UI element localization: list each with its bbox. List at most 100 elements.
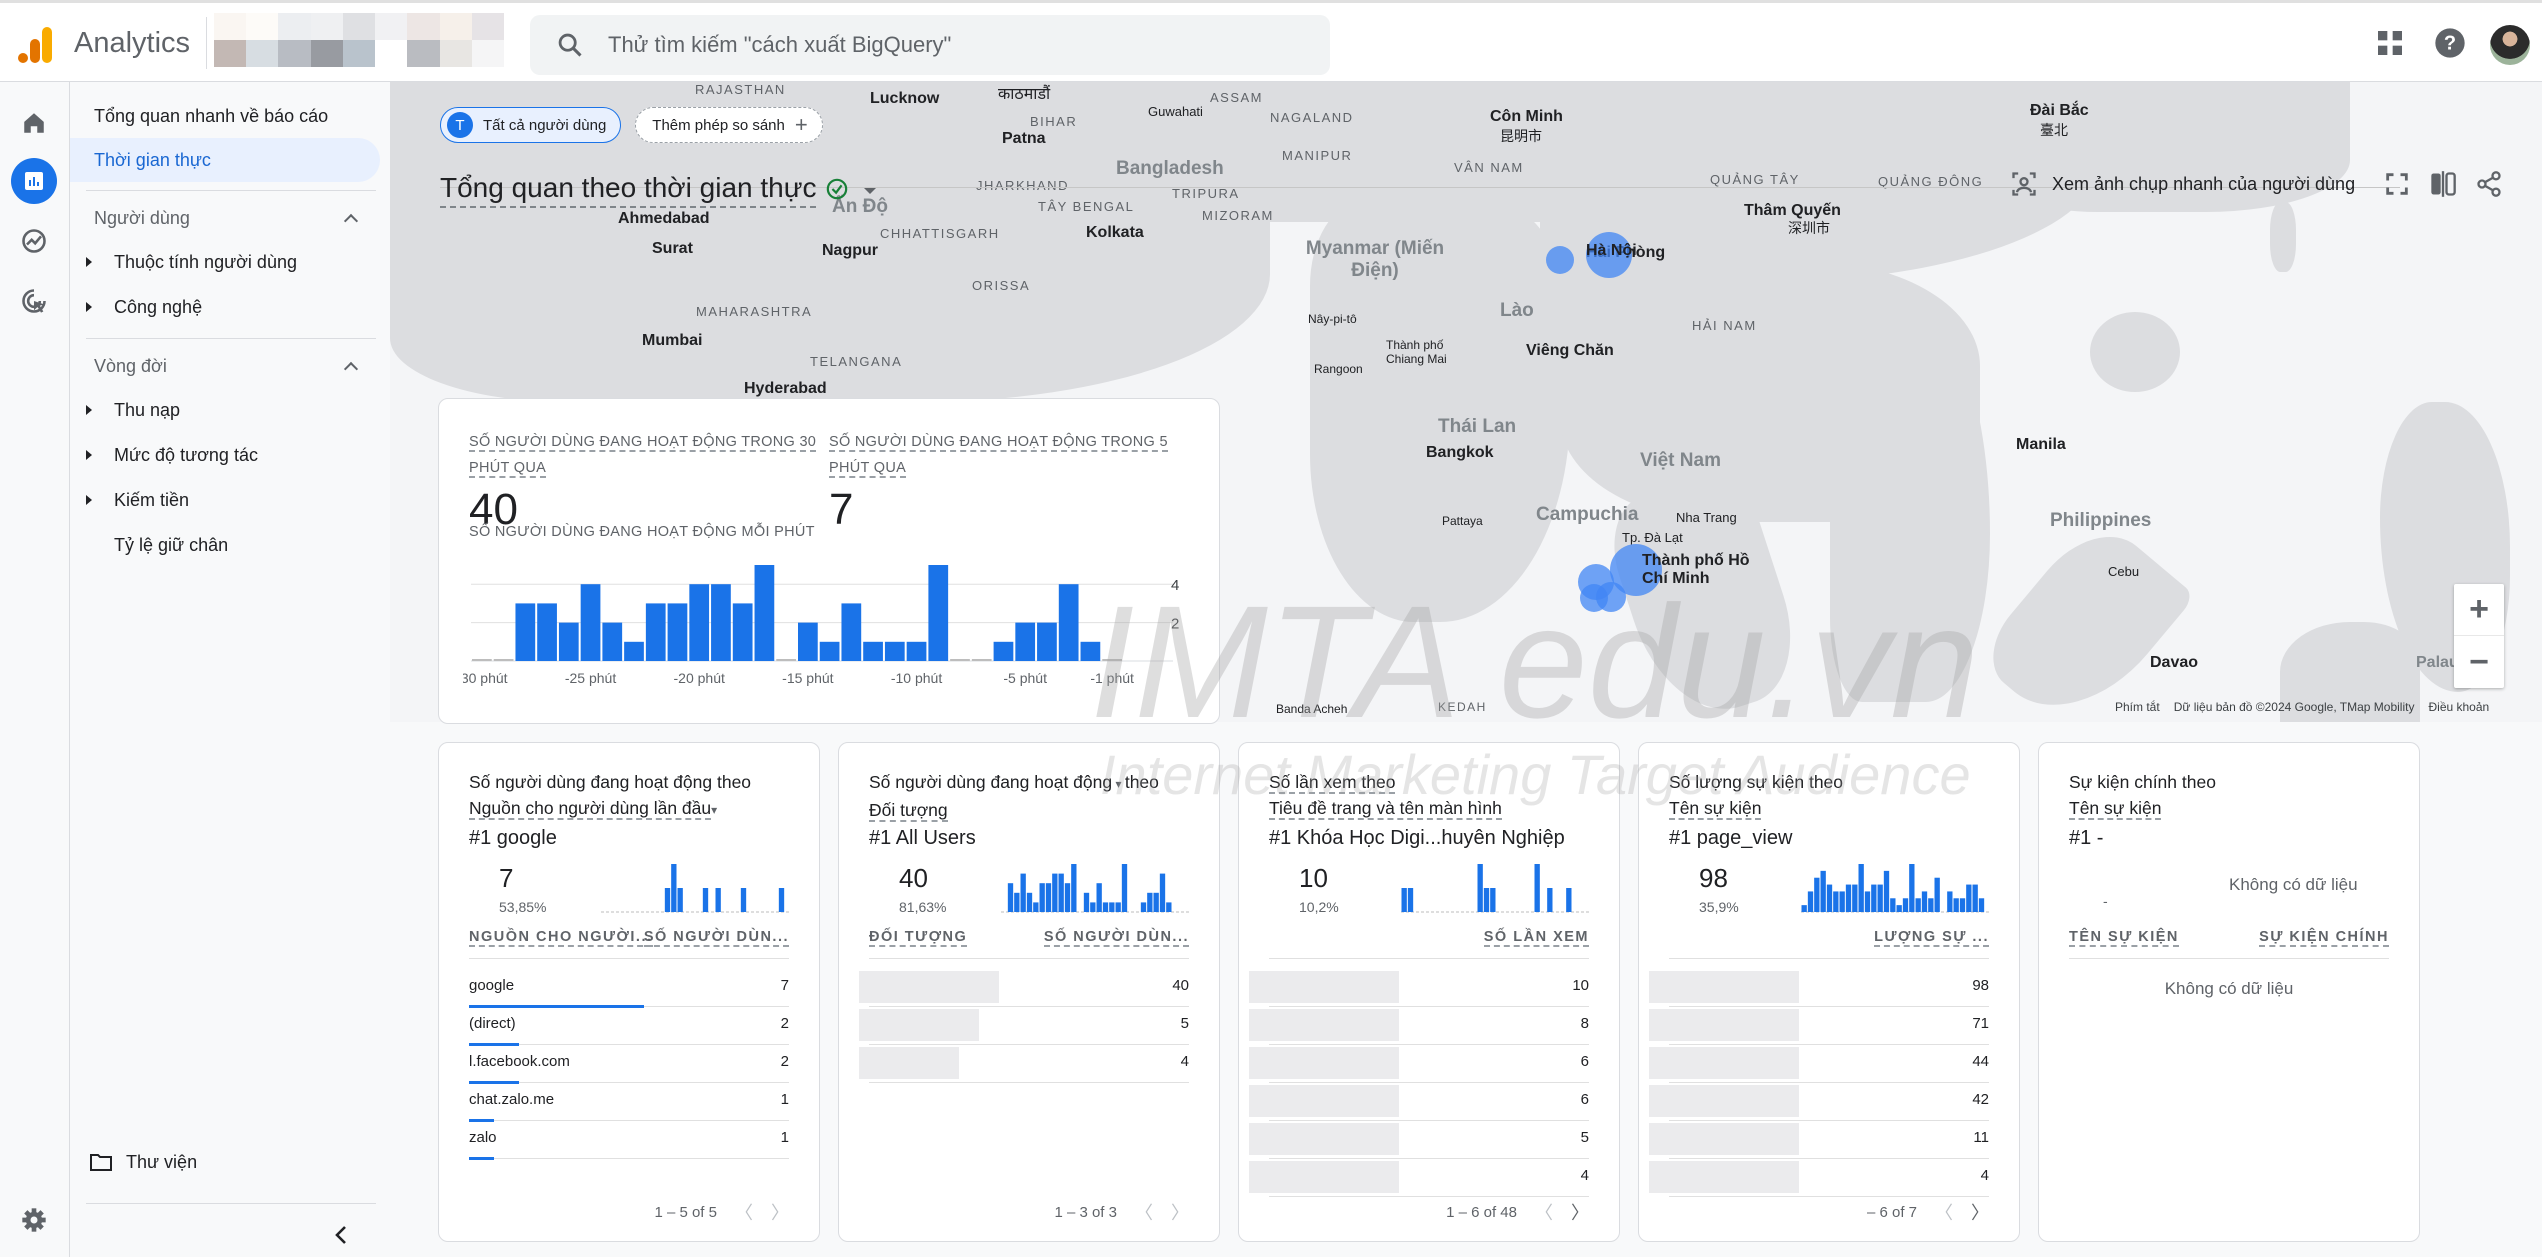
- terms-link[interactable]: Điều khoản: [2428, 700, 2489, 714]
- bar-minute-14[interactable]: [819, 641, 840, 661]
- nav-user-attributes[interactable]: Thuộc tính người dùng: [70, 240, 380, 284]
- bar-minute-27[interactable]: [537, 603, 557, 661]
- apps-grid-icon[interactable]: [2374, 27, 2406, 59]
- admin-settings-button[interactable]: [11, 1197, 57, 1243]
- column-header-metric[interactable]: SỐ LẦN XEM: [1483, 929, 1589, 947]
- next-page-button[interactable]: 〉: [771, 1199, 789, 1225]
- explore-button[interactable]: [11, 218, 57, 264]
- fullscreen-icon[interactable]: [2383, 170, 2411, 198]
- table-row[interactable]: zalo 1: [469, 1121, 789, 1160]
- table-row[interactable]: 6: [1249, 1083, 1589, 1121]
- dimension-selector[interactable]: Tên sự kiện: [2069, 798, 2162, 820]
- bar-minute-12[interactable]: [863, 641, 883, 661]
- bar-minute-4[interactable]: [1037, 622, 1057, 661]
- nav-engagement[interactable]: Mức độ tương tác: [70, 433, 380, 477]
- table-row[interactable]: 44: [1649, 1045, 1989, 1083]
- bar-minute-26[interactable]: [558, 622, 579, 661]
- bar-minute-29[interactable]: [493, 659, 514, 661]
- search-bar[interactable]: [530, 15, 1330, 75]
- bar-minute-2[interactable]: [1080, 641, 1101, 661]
- table-row[interactable]: 8: [1249, 1007, 1589, 1045]
- table-row[interactable]: 4: [1649, 1159, 1989, 1197]
- user-snapshot-button[interactable]: Xem ảnh chụp nhanh của người dùng: [2010, 170, 2355, 198]
- keyboard-shortcuts-link[interactable]: Phím tắt: [2115, 700, 2160, 714]
- zoom-in-button[interactable]: +: [2454, 584, 2504, 636]
- table-row[interactable]: chat.zalo.me 1: [469, 1083, 789, 1122]
- reports-button[interactable]: [11, 158, 57, 204]
- bar-minute-20[interactable]: [689, 584, 710, 661]
- column-header-metric[interactable]: SỐ NGƯỜI DÙN...: [643, 929, 789, 947]
- column-header-metric[interactable]: SỐ NGƯỜI DÙN...: [1043, 929, 1189, 947]
- column-header-metric[interactable]: SỰ KIỆN CHÍNH: [2259, 929, 2389, 947]
- table-row[interactable]: 98: [1649, 969, 1989, 1007]
- metric-label[interactable]: Sự kiện chính theo: [2069, 772, 2216, 792]
- nav-acquisition[interactable]: Thu nạp: [70, 388, 380, 432]
- help-icon[interactable]: ?: [2434, 27, 2466, 59]
- bar-minute-8[interactable]: [950, 659, 970, 661]
- account-avatar[interactable]: [2490, 25, 2530, 65]
- table-row[interactable]: l.facebook.com 2: [469, 1045, 789, 1084]
- bar-minute-1[interactable]: [1102, 659, 1122, 661]
- user-location-bubble[interactable]: [1546, 246, 1574, 274]
- analytics-logo-icon[interactable]: [18, 25, 54, 65]
- nav-technology[interactable]: Công nghệ: [70, 285, 380, 329]
- nav-section-lifecycle[interactable]: Vòng đời: [70, 344, 380, 388]
- account-selector[interactable]: [214, 13, 504, 67]
- metric-label[interactable]: Số người dùng đang hoạt động theo: [469, 772, 751, 792]
- table-row[interactable]: 5: [1249, 1121, 1589, 1159]
- table-row[interactable]: 11: [1649, 1121, 1989, 1159]
- prev-page-button[interactable]: 〈: [735, 1199, 753, 1225]
- table-row[interactable]: 40: [859, 969, 1189, 1007]
- bar-minute-11[interactable]: [884, 641, 905, 661]
- table-row[interactable]: google 7: [469, 969, 789, 1008]
- nav-monetization[interactable]: Kiếm tiền: [70, 478, 380, 522]
- bar-minute-25[interactable]: [580, 584, 601, 661]
- bar-minute-17[interactable]: [754, 565, 775, 661]
- bar-minute-23[interactable]: [624, 641, 644, 661]
- bar-minute-15[interactable]: [798, 622, 818, 661]
- bar-minute-28[interactable]: [515, 603, 536, 661]
- metric-label[interactable]: Số lần xem theo: [1269, 772, 1396, 794]
- bar-minute-22[interactable]: [645, 603, 666, 661]
- advertising-button[interactable]: [11, 278, 57, 324]
- nav-quick-overview[interactable]: Tổng quan nhanh về báo cáo: [70, 94, 380, 138]
- dimension-dropdown-icon[interactable]: ▾: [711, 803, 717, 817]
- bar-minute-5[interactable]: [1015, 622, 1036, 661]
- active-users-30min-label[interactable]: SỐ NGƯỜI DÙNG ĐANG HOẠT ĐỘNG TRONG 30 PH…: [469, 429, 829, 481]
- table-row[interactable]: (direct) 2: [469, 1007, 789, 1046]
- column-header-dimension[interactable]: NGUỒN CHO NGƯỜI...: [469, 929, 653, 947]
- table-row[interactable]: 10: [1249, 969, 1589, 1007]
- column-header-dimension[interactable]: ĐỐI TƯỢNG: [869, 929, 968, 947]
- active-users-5min-label[interactable]: SỐ NGƯỜI DÙNG ĐANG HOẠT ĐỘNG TRONG 5 PHÚ…: [829, 429, 1189, 481]
- bar-minute-6[interactable]: [993, 641, 1014, 661]
- prev-page-button[interactable]: 〈: [1535, 1199, 1553, 1225]
- nav-retention[interactable]: Tỷ lệ giữ chân: [70, 523, 380, 567]
- share-icon[interactable]: [2475, 170, 2503, 198]
- bar-minute-18[interactable]: [732, 603, 753, 661]
- table-row[interactable]: 4: [859, 1045, 1189, 1083]
- add-comparison-button[interactable]: Thêm phép so sánh +: [635, 107, 823, 143]
- collapse-sidebar-chevron-icon[interactable]: [332, 1224, 350, 1246]
- dimension-selector[interactable]: Đối tượng: [869, 800, 948, 822]
- bar-minute-21[interactable]: [667, 603, 688, 661]
- table-row[interactable]: 4: [1249, 1159, 1589, 1197]
- table-row[interactable]: 71: [1649, 1007, 1989, 1045]
- metric-dropdown-icon[interactable]: ▾: [1112, 777, 1125, 791]
- nav-library[interactable]: Thư viện: [70, 1140, 380, 1184]
- dropdown-caret-icon[interactable]: [864, 188, 876, 194]
- nav-realtime[interactable]: Thời gian thực: [70, 138, 380, 182]
- table-row[interactable]: 5: [859, 1007, 1189, 1045]
- page-title[interactable]: Tổng quan theo thời gian thực: [440, 170, 817, 208]
- zoom-out-button[interactable]: −: [2454, 636, 2504, 688]
- all-users-chip[interactable]: T Tất cả người dùng: [440, 107, 622, 143]
- bar-minute-3[interactable]: [1058, 584, 1079, 661]
- bar-minute-9[interactable]: [928, 565, 949, 661]
- bar-minute-19[interactable]: [711, 584, 731, 661]
- prev-page-button[interactable]: 〈: [1935, 1199, 1953, 1225]
- column-header-metric[interactable]: LƯỢNG SỰ ...: [1874, 929, 1989, 947]
- dimension-selector[interactable]: Tiêu đề trang và tên màn hình: [1269, 798, 1502, 820]
- metric-label[interactable]: Số người dùng đang hoạt động: [869, 772, 1112, 792]
- bar-minute-10[interactable]: [906, 641, 927, 661]
- nav-section-users[interactable]: Người dùng: [70, 196, 380, 240]
- column-header-dimension[interactable]: TÊN SỰ KIỆN: [2069, 929, 2179, 947]
